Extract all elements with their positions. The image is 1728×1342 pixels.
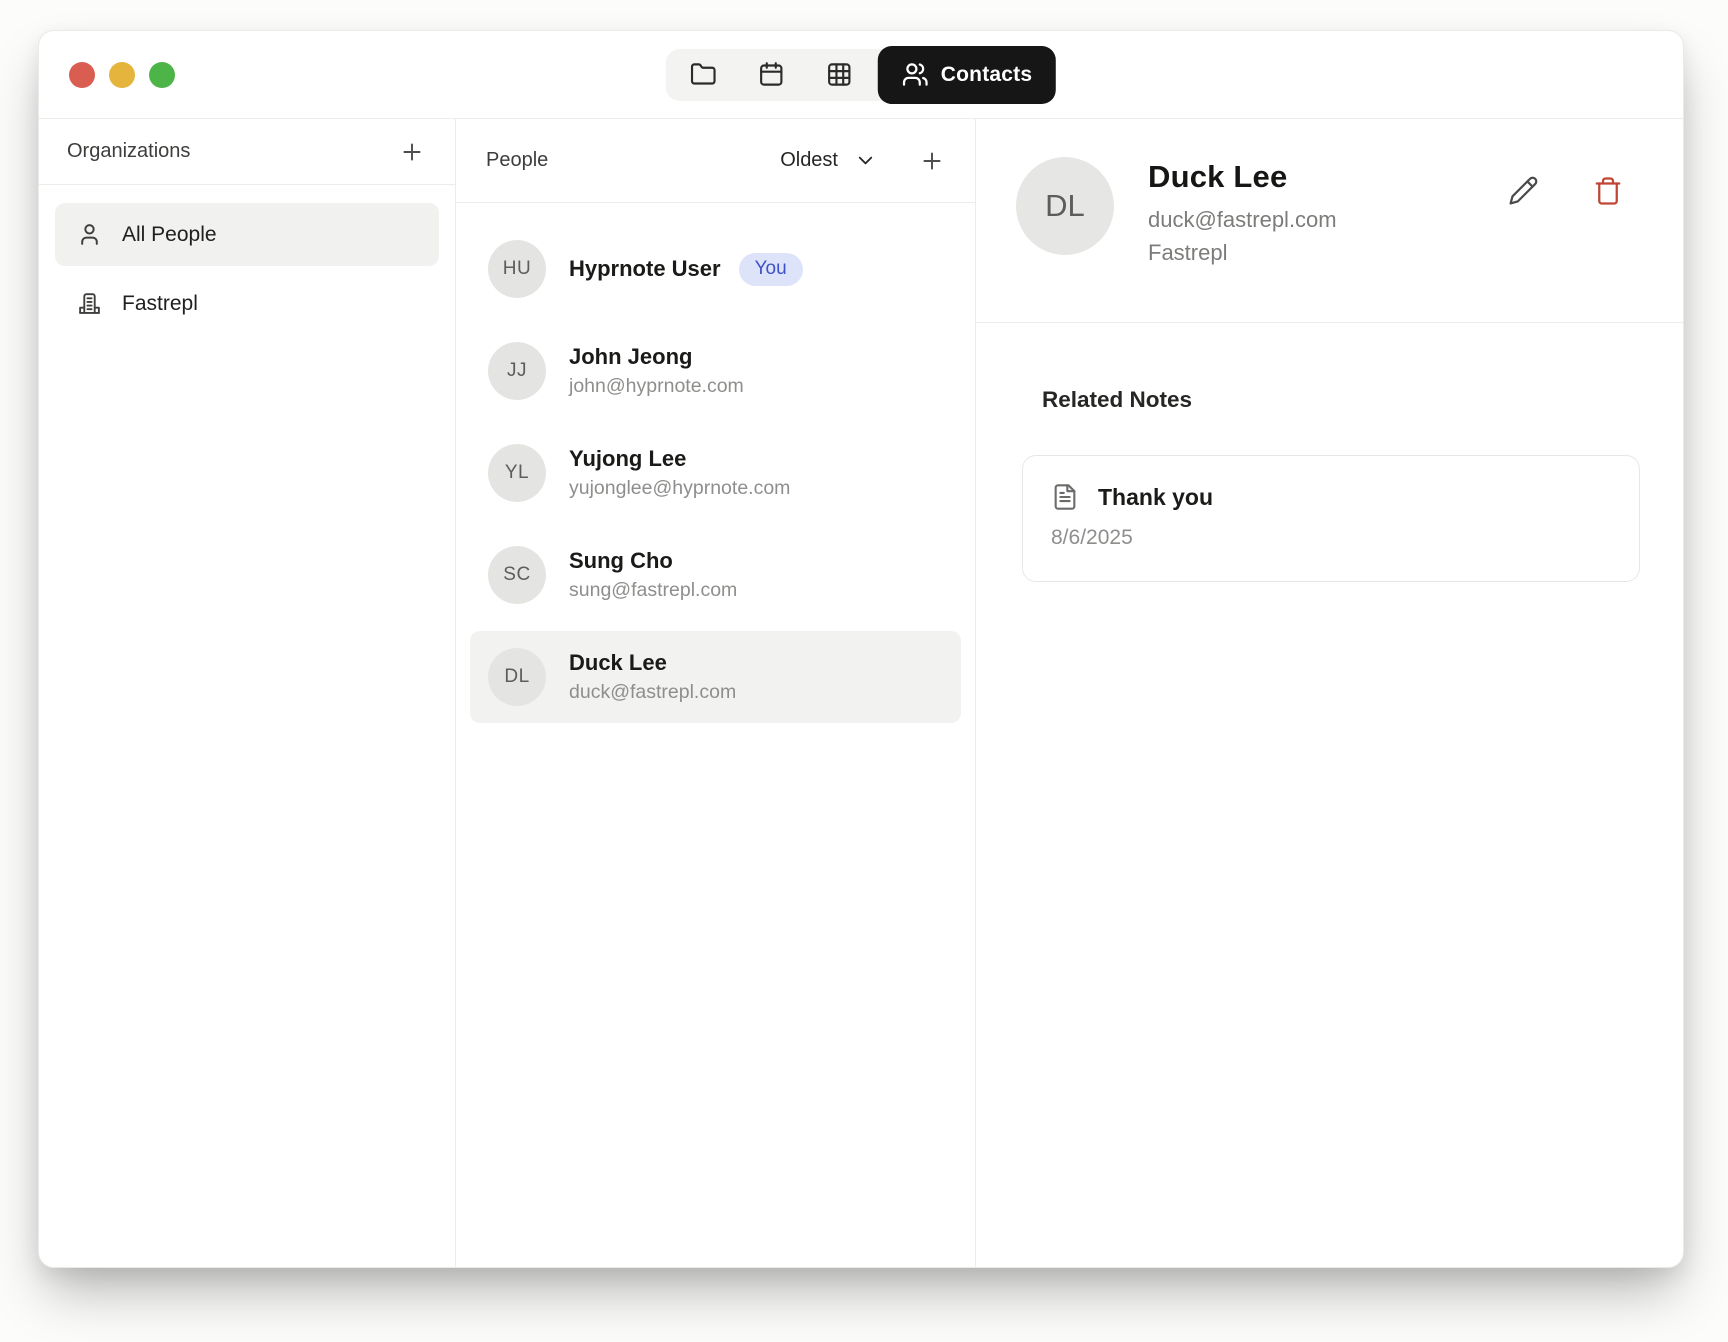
contact-name: Duck Lee [1148,159,1337,195]
person-row-yujong-lee[interactable]: YL Yujong Lee yujonglee@hyprnote.com [470,427,961,519]
trash-icon [1593,176,1623,206]
organizations-sidebar: Organizations All People [39,119,456,1267]
person-name: Sung Cho [569,548,737,574]
person-row-hyprnote-user[interactable]: HU Hyprnote User You [470,223,961,315]
sidebar-item-label: Fastrepl [122,292,198,316]
person-row-john-jeong[interactable]: JJ John Jeong john@hyprnote.com [470,325,961,417]
sidebar-item-fastrepl[interactable]: Fastrepl [55,272,439,335]
organizations-list: All People Fastrepl [39,185,455,353]
building-icon [77,291,102,316]
organizations-header: Organizations [39,119,455,185]
pencil-icon [1508,175,1539,206]
sort-dropdown[interactable]: Oldest [780,149,877,172]
main-content: Organizations All People [39,119,1683,1267]
person-email: yujonglee@hyprnote.com [569,477,790,500]
people-panel: People Oldest HU [456,119,976,1267]
chevron-down-icon [854,149,877,172]
contact-detail-panel: DL Duck Lee duck@fastrepl.com Fastrepl [976,119,1683,1267]
person-row-duck-lee[interactable]: DL Duck Lee duck@fastrepl.com [470,631,961,723]
avatar: DL [1016,157,1114,255]
related-note-card[interactable]: Thank you 8/6/2025 [1022,455,1640,582]
person-name: Hyprnote User [569,256,721,282]
related-notes-title: Related Notes [1042,387,1635,413]
table-icon [825,61,852,88]
contact-detail-header: DL Duck Lee duck@fastrepl.com Fastrepl [976,119,1683,323]
avatar: HU [488,240,546,298]
delete-contact-button[interactable] [1589,171,1627,210]
tab-contacts[interactable]: Contacts [878,46,1056,104]
file-text-icon [1051,483,1079,511]
plus-icon [399,139,425,165]
plus-icon [919,148,945,174]
view-switcher: Contacts [666,49,1056,101]
person-name: Duck Lee [569,650,736,676]
note-date: 8/6/2025 [1051,526,1611,550]
you-badge: You [739,253,803,286]
person-email: duck@fastrepl.com [569,681,736,704]
avatar: JJ [488,342,546,400]
person-email: john@hyprnote.com [569,375,744,398]
person-name: Yujong Lee [569,446,790,472]
tab-calendar[interactable] [740,54,802,96]
tab-contacts-label: Contacts [941,63,1032,87]
people-header: People Oldest [456,119,975,203]
contact-detail-body: Related Notes Thank you 8/6/2025 [976,323,1683,582]
edit-contact-button[interactable] [1504,171,1543,210]
avatar: DL [488,648,546,706]
avatar: YL [488,444,546,502]
sidebar-item-all-people[interactable]: All People [55,203,439,266]
close-window-button[interactable] [69,62,95,88]
person-name: John Jeong [569,344,744,370]
zoom-window-button[interactable] [149,62,175,88]
minimize-window-button[interactable] [109,62,135,88]
organizations-title: Organizations [67,140,190,163]
people-list: HU Hyprnote User You JJ John Jeong john@… [456,203,975,743]
contact-email: duck@fastrepl.com [1148,207,1337,233]
contact-actions [1504,157,1627,210]
titlebar: Contacts [39,31,1683,119]
people-title: People [486,149,548,172]
add-person-button[interactable] [915,144,949,178]
avatar: SC [488,546,546,604]
tab-files[interactable] [672,54,734,96]
folder-icon [689,61,716,88]
sort-dropdown-label: Oldest [780,149,838,172]
calendar-icon [757,61,784,88]
sidebar-item-label: All People [122,223,217,247]
app-window: Contacts Organizations All People [38,30,1684,1268]
users-icon [902,61,929,88]
person-email: sung@fastrepl.com [569,579,737,602]
person-row-sung-cho[interactable]: SC Sung Cho sung@fastrepl.com [470,529,961,621]
person-icon [77,222,102,247]
traffic-lights [39,62,175,88]
add-organization-button[interactable] [395,135,429,169]
contact-organization: Fastrepl [1148,240,1337,266]
note-title: Thank you [1098,484,1213,511]
tab-table[interactable] [808,54,870,96]
